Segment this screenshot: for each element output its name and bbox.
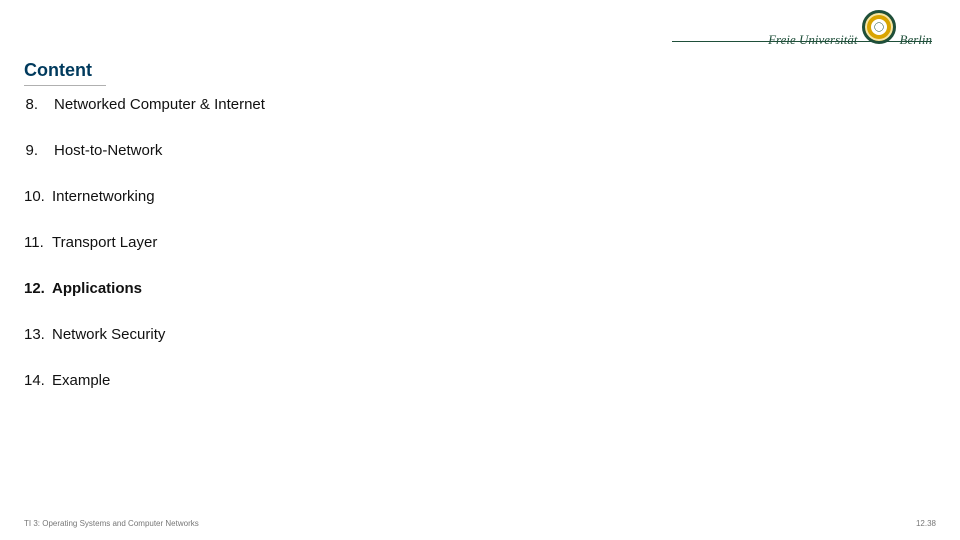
logo-underline	[672, 41, 932, 42]
list-item: 13. Network Security	[24, 326, 936, 344]
page-title: Content	[24, 60, 106, 86]
logo-word-left: Freie Universität	[768, 32, 857, 48]
seal-icon	[862, 10, 896, 44]
university-logo: Freie Universität Berlin	[768, 10, 932, 48]
list-item: 14. Example	[24, 372, 936, 390]
list-item: 10. Internetworking	[24, 188, 936, 206]
item-label: Network Security	[52, 326, 165, 344]
logo-wordmark: Freie Universität Berlin	[768, 10, 932, 48]
item-label: Example	[52, 372, 110, 390]
item-number: 8.	[24, 96, 38, 114]
slide: Freie Universität Berlin Content 8. Netw…	[0, 0, 960, 540]
list-item: 12. Applications	[24, 280, 936, 298]
item-number: 14.	[24, 372, 46, 390]
content-list: 8. Networked Computer & Internet 9. Host…	[24, 96, 936, 418]
footer: TI 3: Operating Systems and Computer Net…	[24, 519, 936, 528]
logo-word-right: Berlin	[900, 32, 933, 48]
footer-left: TI 3: Operating Systems and Computer Net…	[24, 519, 199, 528]
list-item: 8. Networked Computer & Internet	[24, 96, 936, 114]
item-number: 12.	[24, 280, 46, 298]
item-number: 11.	[24, 234, 46, 252]
item-label: Applications	[52, 280, 142, 298]
item-label: Internetworking	[52, 188, 155, 206]
item-label: Networked Computer & Internet	[54, 96, 265, 114]
footer-right: 12.38	[916, 519, 936, 528]
list-item: 9. Host-to-Network	[24, 142, 936, 160]
item-label: Transport Layer	[52, 234, 157, 252]
item-number: 13.	[24, 326, 46, 344]
item-number: 10.	[24, 188, 46, 206]
item-number: 9.	[24, 142, 38, 160]
item-label: Host-to-Network	[54, 142, 162, 160]
list-item: 11. Transport Layer	[24, 234, 936, 252]
